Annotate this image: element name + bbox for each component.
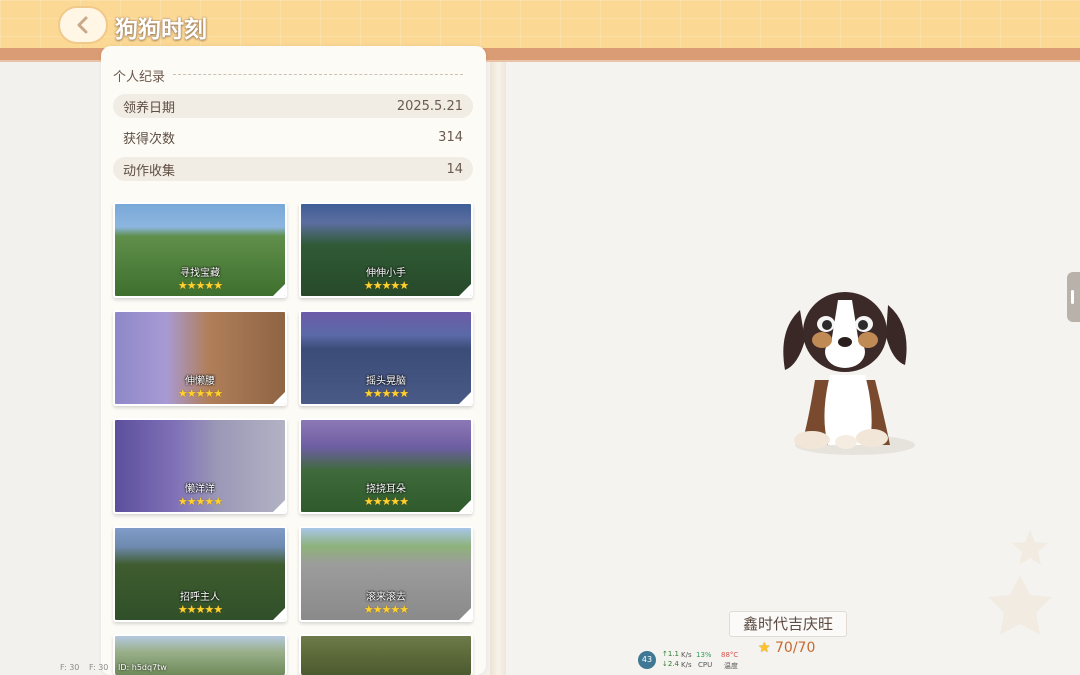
performance-widget: 43 ↑1.1 ↓2.4 K/s K/s 13% CPU 88°C 温度 — [638, 649, 748, 671]
cpu-value: 13% — [696, 651, 712, 659]
card-label: 挠挠耳朵 — [366, 484, 406, 495]
star-icon: ★ — [758, 640, 771, 656]
action-card-greet-owner[interactable]: 招呼主人 ★★★★★ — [113, 526, 287, 622]
book-spine — [490, 62, 506, 675]
star-rating: ★★★★★ — [363, 279, 409, 292]
dog-avatar — [783, 292, 915, 455]
temperature-value: 88°C — [721, 651, 739, 659]
action-card-scratch-ear[interactable]: 挠挠耳朵 ★★★★★ — [299, 418, 473, 514]
dog-progress: ★ 70/70 — [758, 640, 815, 656]
star-rating: ★★★★★ — [363, 603, 409, 616]
card-label: 伸伸小手 — [366, 268, 406, 279]
fps-readout: F: 30 — [89, 663, 109, 672]
stat-label: 动作收集 — [123, 163, 176, 179]
stat-row-action-collection: 动作收集 14 — [113, 157, 473, 181]
decorative-star-icon — [988, 530, 1052, 635]
action-card-reach-paw[interactable]: 伸伸小手 ★★★★★ — [299, 202, 473, 298]
dog-name-label: 鑫时代吉庆旺 — [729, 611, 847, 637]
card-label: 滚来滚去 — [366, 592, 406, 603]
action-card-lazy[interactable]: 懒洋洋 ★★★★★ — [113, 418, 287, 514]
user-id-readout: ID: h5dq7tw — [118, 663, 167, 672]
star-rating: ★★★★★ — [177, 603, 223, 616]
action-card-find-treasure[interactable]: 寻找宝藏 ★★★★★ — [113, 202, 287, 298]
cpu-label: CPU — [698, 661, 713, 669]
speed-unit: K/s — [681, 661, 692, 669]
record-panel: 个人纪录 领养日期 2025.5.21 获得次数 314 动作收集 14 寻找宝… — [101, 46, 486, 675]
stat-value: 314 — [438, 129, 463, 145]
stat-value: 14 — [446, 161, 463, 177]
action-card-roll-around[interactable]: 滚来滚去 ★★★★★ — [299, 526, 473, 622]
section-title: 个人纪录 — [113, 70, 166, 85]
fps-readout: F: 30 — [60, 663, 80, 672]
perf-badge: 43 — [638, 651, 656, 669]
card-label: 招呼主人 — [180, 592, 220, 603]
card-label: 寻找宝藏 — [180, 268, 220, 279]
star-rating: ★★★★★ — [177, 387, 223, 400]
stat-row-obtain-count: 获得次数 314 — [113, 125, 473, 149]
card-scene — [301, 636, 471, 675]
grip-icon — [1071, 290, 1074, 304]
page-title: 狗狗时刻 — [115, 17, 207, 43]
section-divider — [173, 74, 463, 75]
star-rating: ★★★★★ — [177, 495, 223, 508]
star-rating: ★★★★★ — [363, 495, 409, 508]
stat-label: 获得次数 — [123, 131, 176, 147]
progress-value: 70/70 — [775, 640, 816, 656]
upload-speed: ↑1.1 — [662, 650, 679, 658]
speed-unit: K/s — [681, 651, 692, 659]
chevron-left-icon — [77, 16, 88, 34]
temperature-label: 温度 — [724, 662, 738, 670]
card-label: 懒洋洋 — [185, 484, 215, 495]
back-button[interactable] — [58, 6, 108, 44]
card-label: 伸懒腰 — [185, 376, 215, 387]
action-card-shake-head[interactable]: 摇头晃脑 ★★★★★ — [299, 310, 473, 406]
stat-row-adopt-date: 领养日期 2025.5.21 — [113, 94, 473, 118]
action-card-stretch[interactable]: 伸懒腰 ★★★★★ — [113, 310, 287, 406]
card-label: 摇头晃脑 — [366, 376, 406, 387]
stat-label: 领养日期 — [123, 100, 176, 116]
action-card-partial[interactable] — [299, 634, 473, 675]
star-rating: ★★★★★ — [363, 387, 409, 400]
side-drawer-tab[interactable] — [1067, 272, 1080, 322]
stat-value: 2025.5.21 — [396, 98, 463, 114]
download-speed: ↓2.4 — [662, 660, 679, 668]
star-rating: ★★★★★ — [177, 279, 223, 292]
